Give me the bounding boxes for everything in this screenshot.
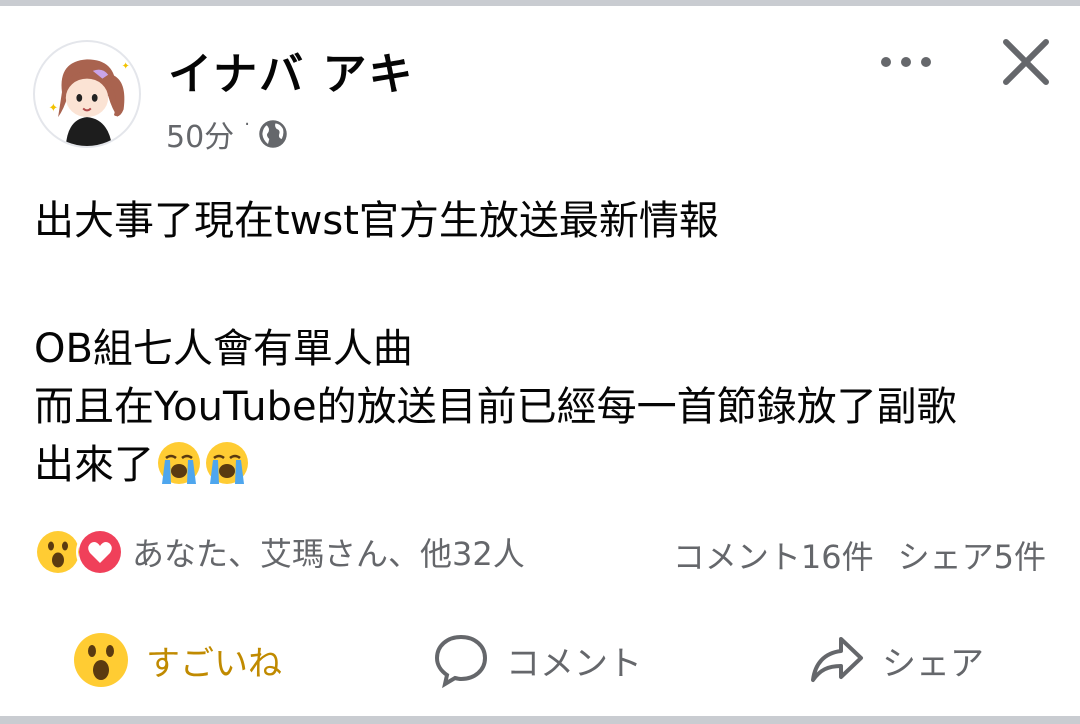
post-time[interactable]: 50分 [166,112,234,156]
post-line: 出來了 [34,442,154,488]
share-label: シェア [882,643,984,684]
comment-label: コメント [506,643,642,684]
action-bar: すごいね コメント シェア [0,622,1080,698]
post-line: 而且在YouTube的放送目前已經每一首節錄放了副歌 [34,384,957,430]
share-arrow-icon [811,637,863,682]
close-icon[interactable] [1000,36,1052,88]
reaction-summary[interactable]: あなた、艾瑪さん、他32人 [34,528,525,576]
engagement-counts: コメント16件 シェア5件 [673,532,1046,578]
wow-reaction-icon [34,528,82,576]
bottom-divider [0,716,1080,724]
wow-reaction-label: すごいね [146,643,282,684]
wow-reaction-icon [74,633,128,687]
comment-bubble-icon [434,634,488,689]
comments-count[interactable]: コメント16件 [673,538,874,576]
post-meta: 50分 · [166,112,288,156]
globe-icon[interactable] [258,119,288,149]
post-line-with-emoji: 出來了 [34,436,1054,494]
more-options-icon[interactable] [878,48,934,76]
wow-reaction-button[interactable]: すごいね [72,622,282,698]
author-name[interactable]: イナバ アキ [168,38,414,102]
svg-text:✦: ✦ [48,100,58,114]
crying-face-icon [158,442,200,484]
post-line: 出大事了現在twst官方生放送最新情報 [34,198,719,244]
comment-button[interactable]: コメント [432,622,642,698]
crying-face-icon [206,442,248,484]
post-content: 出大事了現在twst官方生放送最新情報 OB組七人會有單人曲 而且在YouTub… [34,192,1054,494]
love-reaction-icon [76,528,124,576]
share-button[interactable]: シェア [808,622,984,698]
post-line: OB組七人會有單人曲 [34,326,413,372]
meta-separator: · [244,113,250,135]
author-avatar[interactable]: ✦ ✦ [33,40,141,148]
reactors-text[interactable]: あなた、艾瑪さん、他32人 [132,529,525,575]
avatar-illustration: ✦ ✦ [48,59,130,146]
shares-count[interactable]: シェア5件 [898,538,1046,576]
svg-text:✦: ✦ [122,61,130,72]
top-divider [0,0,1080,6]
